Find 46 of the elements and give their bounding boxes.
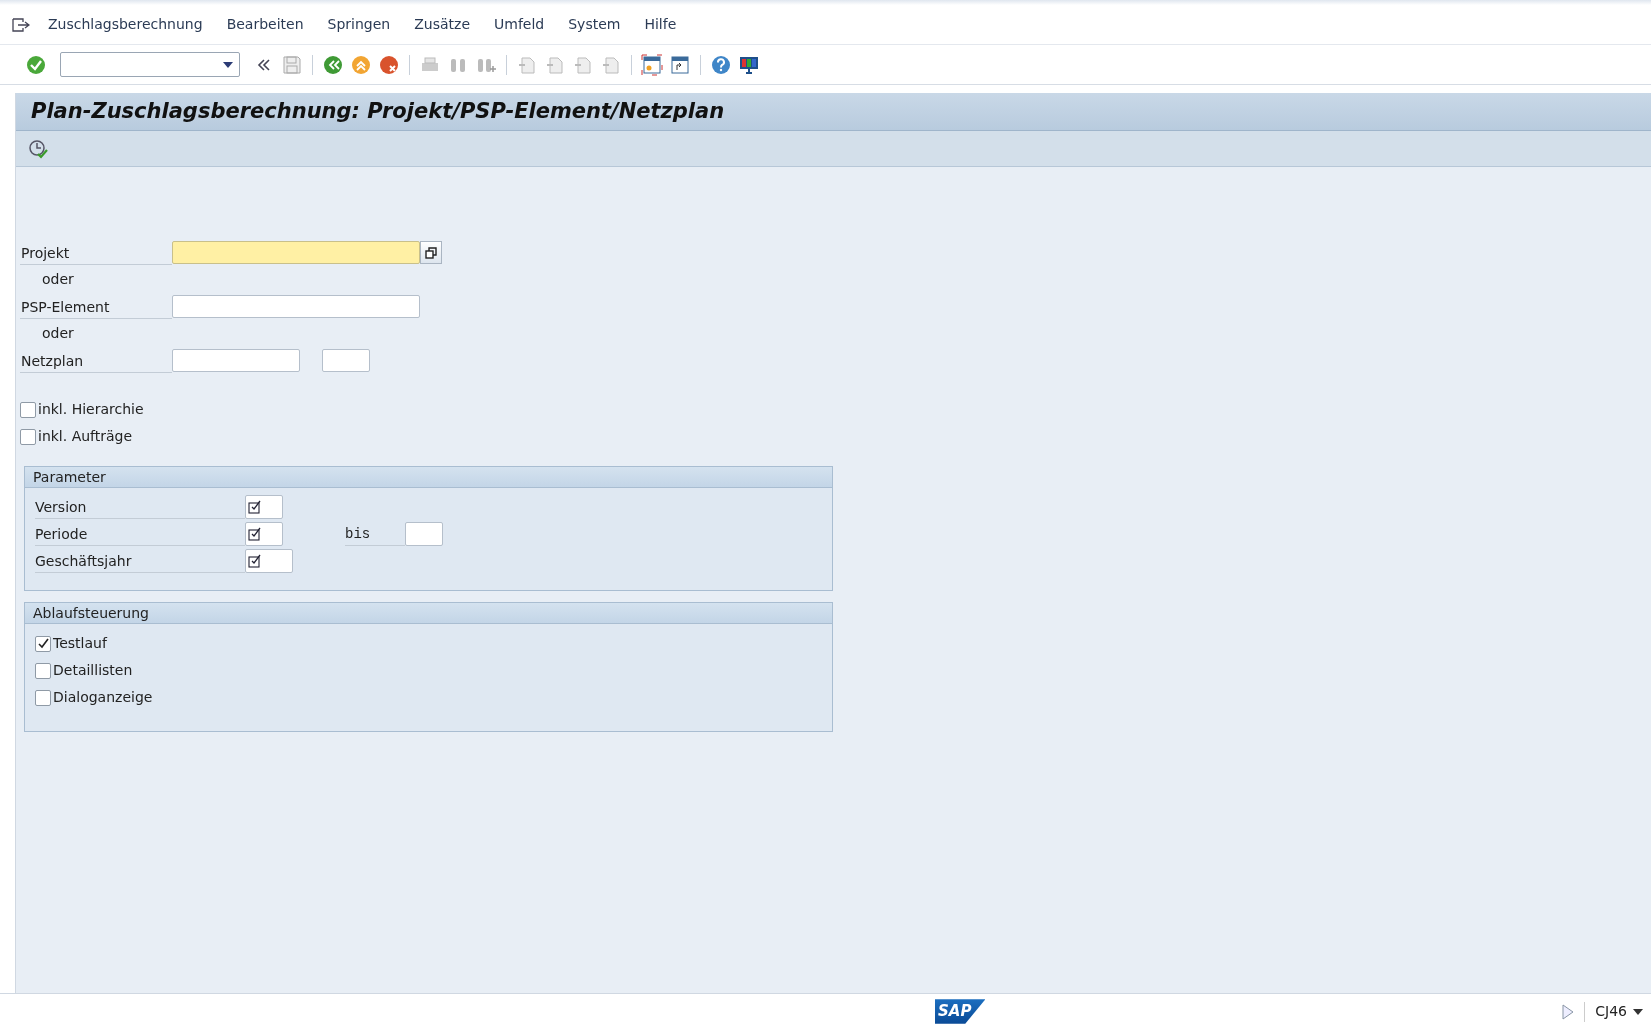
input-field[interactable] xyxy=(245,521,283,546)
input-field[interactable] xyxy=(172,295,420,318)
group-title: Ablaufsteuerung xyxy=(25,603,832,624)
sap-logo: SAP xyxy=(935,999,986,1024)
menu-item[interactable]: Zuschlagsberechnung xyxy=(36,12,215,37)
input-field[interactable] xyxy=(245,494,283,519)
menu-icon[interactable] xyxy=(12,17,30,32)
menu-item[interactable]: Bearbeiten xyxy=(214,12,316,37)
screen-title: Plan-Zuschlagsberechnung: Projekt/PSP-Element/Netzplan xyxy=(31,97,725,125)
checkbox-label: Detaillisten xyxy=(53,661,133,680)
input-field[interactable] xyxy=(172,349,300,372)
checkbox-label: inkl. Aufträge xyxy=(38,427,133,446)
checkbox[interactable] xyxy=(35,662,51,679)
group-title: Parameter xyxy=(25,467,832,488)
caret-icon[interactable] xyxy=(223,61,233,68)
field-label: Geschäftsjahr xyxy=(35,548,245,573)
connector-text: oder xyxy=(41,324,74,343)
menu-item[interactable]: Umfeld xyxy=(482,12,557,37)
menu-item[interactable]: Hilfe xyxy=(632,12,689,37)
transaction-code: CJ46 xyxy=(1595,1002,1627,1021)
new-window-icon[interactable] xyxy=(640,52,664,77)
checkbox[interactable] xyxy=(20,428,36,445)
required-icon xyxy=(248,526,262,541)
field-label: Periode xyxy=(35,521,245,546)
value-help-button[interactable] xyxy=(420,241,442,264)
input-field[interactable] xyxy=(405,521,443,546)
required-icon xyxy=(248,499,262,514)
checkbox-label: Dialoganzeige xyxy=(53,688,153,707)
required-icon xyxy=(248,553,262,568)
input-field[interactable] xyxy=(172,241,420,264)
checkbox-label: inkl. Hierarchie xyxy=(38,400,144,419)
checkbox[interactable] xyxy=(35,689,51,706)
checkbox[interactable] xyxy=(20,401,36,418)
play-icon[interactable] xyxy=(1562,1003,1575,1020)
menu-item[interactable]: Springen xyxy=(315,12,403,37)
connector-text: oder xyxy=(41,270,74,289)
field-label: Version xyxy=(35,494,245,519)
checkbox[interactable] xyxy=(35,635,51,652)
dropdown-icon[interactable] xyxy=(1633,1008,1643,1015)
copy-icon xyxy=(425,246,437,259)
input-field[interactable] xyxy=(322,349,370,372)
menu-item[interactable]: Zusätze xyxy=(402,12,482,37)
input-field[interactable] xyxy=(245,548,293,573)
checkbox-label: Testlauf xyxy=(53,634,107,653)
menu-item[interactable]: System xyxy=(556,12,633,37)
command-field[interactable] xyxy=(60,52,240,77)
